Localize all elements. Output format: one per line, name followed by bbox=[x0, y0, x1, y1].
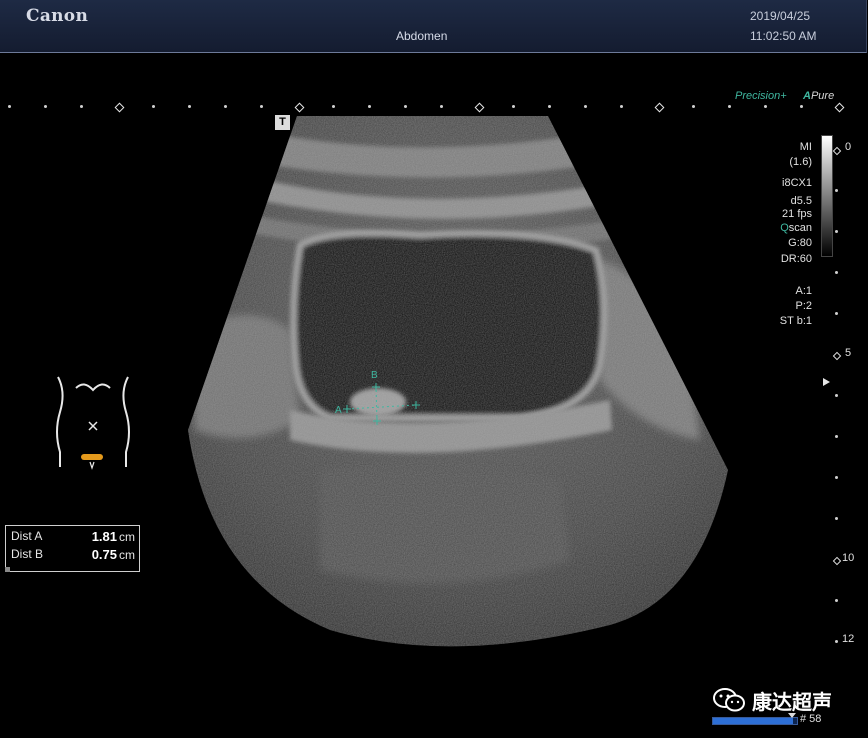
depth-label-0: 0 bbox=[845, 141, 852, 153]
depth-minor-tick bbox=[835, 517, 838, 520]
depth-minor-tick bbox=[835, 230, 838, 233]
mi-value: (1.6) bbox=[789, 156, 812, 168]
scale-minor-tick bbox=[224, 105, 227, 108]
body-mark-icon bbox=[56, 376, 130, 470]
depth-label-10: 10 bbox=[842, 552, 855, 564]
a-setting: A:1 bbox=[795, 285, 812, 297]
depth-setting: d5.5 bbox=[790, 195, 812, 207]
scale-minor-tick bbox=[764, 105, 767, 108]
scale-minor-tick bbox=[692, 105, 695, 108]
wechat-icon bbox=[713, 688, 745, 712]
probe-position-icon bbox=[81, 454, 103, 460]
depth-label-12: 12 bbox=[842, 633, 855, 645]
scale-major-tick bbox=[834, 102, 845, 113]
measurement-row-dist-a: Dist A 1.81 cm bbox=[11, 529, 135, 547]
depth-label-5: 5 bbox=[845, 347, 852, 359]
scale-minor-tick bbox=[728, 105, 731, 108]
scale-minor-tick bbox=[152, 105, 155, 108]
mi-label: MI bbox=[799, 141, 812, 153]
caliper-a-label: A bbox=[335, 405, 342, 416]
scale-minor-tick bbox=[548, 105, 551, 108]
cine-handle-icon[interactable] bbox=[788, 713, 796, 718]
depth-minor-tick bbox=[835, 271, 838, 274]
dynamic-range-setting: DR:60 bbox=[780, 253, 812, 265]
measurement-label: Dist B bbox=[11, 547, 44, 561]
probe-name: i8CX1 bbox=[782, 177, 812, 189]
scale-minor-tick bbox=[332, 105, 335, 108]
measurement-results-panel: Dist A 1.81 cm Dist B 0.75 cm bbox=[5, 525, 140, 572]
exam-preset-label: Abdomen bbox=[396, 29, 448, 43]
depth-minor-tick bbox=[835, 312, 838, 315]
scale-major-tick bbox=[114, 102, 125, 113]
apure-mode-label: APure bbox=[803, 90, 835, 102]
scale-minor-tick bbox=[8, 105, 11, 108]
p-setting: P:2 bbox=[795, 300, 812, 312]
grayscale-bar bbox=[821, 135, 833, 257]
qscan-label: Qscan bbox=[780, 222, 812, 234]
focus-marker-icon[interactable] bbox=[823, 378, 830, 386]
measurement-value: 1.81 bbox=[91, 529, 117, 544]
caliper-b-label: B bbox=[371, 370, 378, 381]
brand-logo: Canon bbox=[26, 6, 89, 26]
measurement-unit: cm bbox=[119, 530, 135, 544]
scale-minor-tick bbox=[188, 105, 191, 108]
scale-minor-tick bbox=[404, 105, 407, 108]
depth-minor-tick bbox=[835, 189, 838, 192]
cine-progress-bar[interactable] bbox=[712, 717, 798, 725]
frame-rate: 21 fps bbox=[782, 208, 812, 220]
depth-minor-tick bbox=[835, 435, 838, 438]
depth-minor-tick bbox=[835, 394, 838, 397]
scale-minor-tick bbox=[620, 105, 623, 108]
cine-progress-fill bbox=[713, 718, 793, 724]
header-bar: Canon Abdomen 2019/04/25 11:02:50 AM bbox=[0, 0, 867, 53]
depth-minor-tick bbox=[835, 476, 838, 479]
scale-minor-tick bbox=[368, 105, 371, 108]
gain-setting: G:80 bbox=[788, 237, 812, 249]
precision-mode-label: Precision+ bbox=[735, 90, 787, 102]
scale-minor-tick bbox=[44, 105, 47, 108]
lateral-scale bbox=[0, 102, 868, 113]
watermark-text: 康达超声 bbox=[752, 690, 832, 714]
scale-major-tick bbox=[294, 102, 305, 113]
scale-major-tick bbox=[474, 102, 485, 113]
measurement-row-dist-b: Dist B 0.75 cm bbox=[11, 547, 135, 565]
panel-corner-marker bbox=[5, 567, 10, 572]
scale-minor-tick bbox=[440, 105, 443, 108]
measurement-unit: cm bbox=[119, 548, 135, 562]
exam-time: 11:02:50 AM bbox=[750, 29, 817, 43]
scale-minor-tick bbox=[260, 105, 263, 108]
exam-date: 2019/04/25 bbox=[750, 9, 811, 23]
frame-number: # 58 bbox=[800, 713, 822, 725]
measurement-value: 0.75 bbox=[91, 547, 117, 562]
st-setting: ST b:1 bbox=[779, 315, 812, 327]
scale-major-tick bbox=[654, 102, 665, 113]
depth-minor-tick bbox=[835, 599, 838, 602]
scale-minor-tick bbox=[512, 105, 515, 108]
scale-minor-tick bbox=[584, 105, 587, 108]
measurement-label: Dist A bbox=[11, 529, 43, 543]
scale-minor-tick bbox=[80, 105, 83, 108]
transducer-orientation-marker: T bbox=[275, 115, 290, 130]
depth-minor-tick bbox=[835, 640, 838, 643]
scale-minor-tick bbox=[800, 105, 803, 108]
